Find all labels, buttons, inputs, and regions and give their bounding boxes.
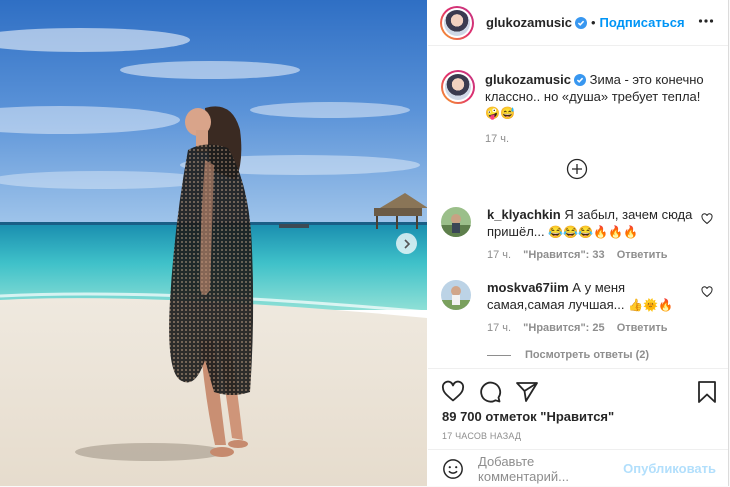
caption-time: 17 ч.	[485, 132, 510, 145]
beach-photo	[0, 0, 427, 486]
post-header: glukozamusic • Подписаться	[428, 0, 728, 46]
comment-meta: 17 ч. "Нравится": 25 Ответить	[487, 320, 695, 337]
likes-count[interactable]: 89 700 отметок "Нравится"	[442, 409, 614, 424]
author-username[interactable]: glukozamusic	[486, 15, 572, 30]
author-avatar[interactable]	[440, 5, 474, 40]
share-button[interactable]	[515, 380, 539, 409]
reply-button[interactable]: Ответить	[617, 322, 668, 334]
post-photo[interactable]	[0, 0, 427, 486]
comment-likes[interactable]: "Нравится": 33	[523, 249, 604, 261]
comment-time: 17 ч.	[487, 249, 512, 261]
commenter-avatar[interactable]	[441, 207, 471, 237]
comment-like-heart-icon[interactable]	[701, 213, 713, 225]
comment-username[interactable]: moskva67iim	[487, 280, 569, 295]
comment-emojis: 👍🌞🔥	[628, 297, 673, 312]
caption-username[interactable]: glukozamusic	[485, 72, 571, 87]
add-comment-bar: Добавьте комментарий... Опубликовать	[428, 449, 728, 487]
view-replies-button[interactable]: Посмотреть ответы (2)	[487, 349, 649, 361]
comment-like-heart-icon[interactable]	[701, 286, 713, 298]
comment-likes[interactable]: "Нравится": 25	[523, 322, 604, 334]
more-options-icon[interactable]	[698, 13, 714, 29]
paper-plane-icon	[516, 382, 538, 402]
chevron-right-icon	[403, 238, 410, 249]
comment-meta: 17 ч. "Нравится": 33 Ответить	[487, 247, 695, 264]
caption-text-block: glukozamusic Зима - это конечно классно.…	[485, 72, 711, 147]
comment-body: k_klyachkin Я забыл, зачем сюда пришёл..…	[487, 207, 695, 264]
post-timestamp[interactable]: 17 ЧАСОВ НАЗАД	[442, 431, 521, 441]
comment-emojis: 😂😂😂🔥🔥🔥	[548, 224, 638, 239]
comment-button[interactable]	[478, 380, 502, 409]
like-button[interactable]	[441, 380, 465, 409]
instagram-post: glukozamusic • Подписаться glukozamusic …	[0, 0, 729, 486]
view-replies-label: Посмотреть ответы (2)	[525, 349, 650, 361]
caption-emojis: 🤪😅	[485, 106, 515, 120]
post-side-panel: glukozamusic • Подписаться glukozamusic …	[428, 0, 728, 486]
next-photo-button[interactable]	[396, 233, 417, 254]
follow-button[interactable]: Подписаться	[600, 15, 685, 30]
heart-icon	[441, 380, 465, 402]
comment-time: 17 ч.	[487, 322, 512, 334]
replies-divider	[487, 354, 511, 356]
actions-section: 89 700 отметок "Нравится" 17 ЧАСОВ НАЗАД	[428, 368, 728, 441]
commenter-avatar[interactable]	[441, 280, 471, 310]
verified-badge-icon	[573, 74, 586, 86]
comment-username[interactable]: k_klyachkin	[487, 207, 561, 222]
action-icons	[441, 380, 552, 409]
reply-button[interactable]: Ответить	[617, 249, 668, 261]
comment-input[interactable]: Добавьте комментарий...	[478, 454, 623, 484]
separator-dot: •	[590, 15, 596, 30]
caption-avatar[interactable]	[441, 70, 475, 104]
comment-bubble-icon	[480, 381, 502, 403]
comment-body: moskva67iim А у меня самая,самая лучшая.…	[487, 280, 695, 337]
emoji-smiley-icon[interactable]	[442, 458, 464, 480]
bookmark-icon[interactable]	[696, 380, 718, 404]
plus-circle-icon[interactable]	[566, 158, 588, 180]
verified-badge-icon	[574, 16, 587, 29]
publish-button[interactable]: Опубликовать	[623, 461, 716, 476]
